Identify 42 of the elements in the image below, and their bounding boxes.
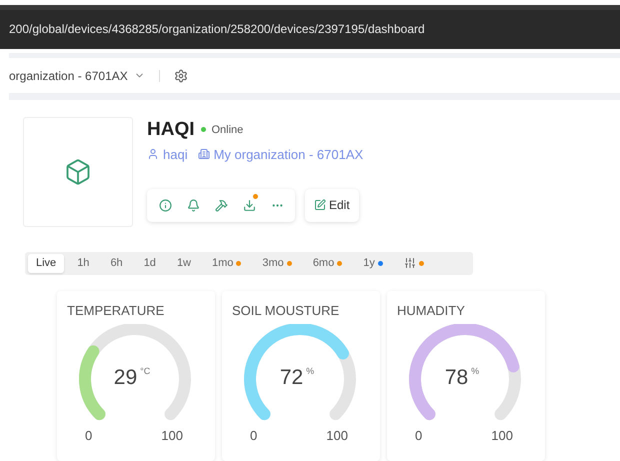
time-range-tab[interactable]: 1w (168, 254, 199, 273)
time-range-tab[interactable]: Live (28, 254, 64, 273)
gauge-min: 0 (415, 428, 422, 443)
hammer-icon (214, 198, 228, 212)
time-range-tab[interactable]: 1h (69, 254, 98, 273)
gauge-max: 100 (491, 428, 513, 443)
gauge-title: TEMPERATURE (67, 303, 166, 318)
gauge-title: SOIL MOUSTURE (232, 303, 340, 318)
device-status: Online (212, 124, 244, 136)
time-range-tab[interactable]: 1d (136, 254, 164, 273)
device-name: HAQI (147, 118, 194, 141)
cube-icon (64, 158, 92, 186)
gauge-unit: % (471, 366, 480, 376)
organization-link[interactable]: My organization - 6701AX (214, 146, 364, 162)
gauge-max: 100 (326, 428, 348, 443)
time-range-tab[interactable]: 3mo (254, 254, 300, 273)
url-text: 200/global/devices/4368285/organization/258200/devices/2397195/dashboard (9, 22, 425, 36)
gauge-unit: % (306, 366, 314, 376)
sliders-icon (404, 257, 416, 270)
gauge-value: 29 (114, 366, 138, 390)
edit-button[interactable]: Edit (305, 188, 359, 222)
breadcrumb[interactable]: organization - 6701AX (9, 68, 128, 83)
bell-icon (186, 198, 200, 212)
gauge-max: 100 (161, 428, 183, 443)
user-icon (147, 148, 159, 160)
gauge-min: 0 (250, 428, 258, 443)
info-icon (158, 198, 172, 212)
time-range-tab[interactable]: 1mo (204, 254, 250, 273)
address-bar[interactable]: 200/global/devices/4368285/organization/258200/devices/2397195/dashboard (0, 4, 620, 49)
edit-icon (314, 199, 326, 212)
download-icon (242, 198, 256, 212)
time-range-tab[interactable]: 1y (355, 254, 391, 273)
gauge-title: HUMADITY (397, 303, 466, 318)
gauge-unit: °C (140, 366, 150, 376)
settings-icon[interactable] (174, 68, 188, 83)
building-icon (198, 148, 210, 160)
gauge-value: 78 (444, 366, 468, 390)
gauge-value: 72 (280, 366, 304, 390)
time-range-tab[interactable]: 6mo (304, 254, 350, 273)
time-range-tab[interactable]: 6h (102, 254, 131, 273)
owner-link[interactable]: haqi (163, 146, 188, 162)
gauge-min: 0 (85, 428, 92, 443)
